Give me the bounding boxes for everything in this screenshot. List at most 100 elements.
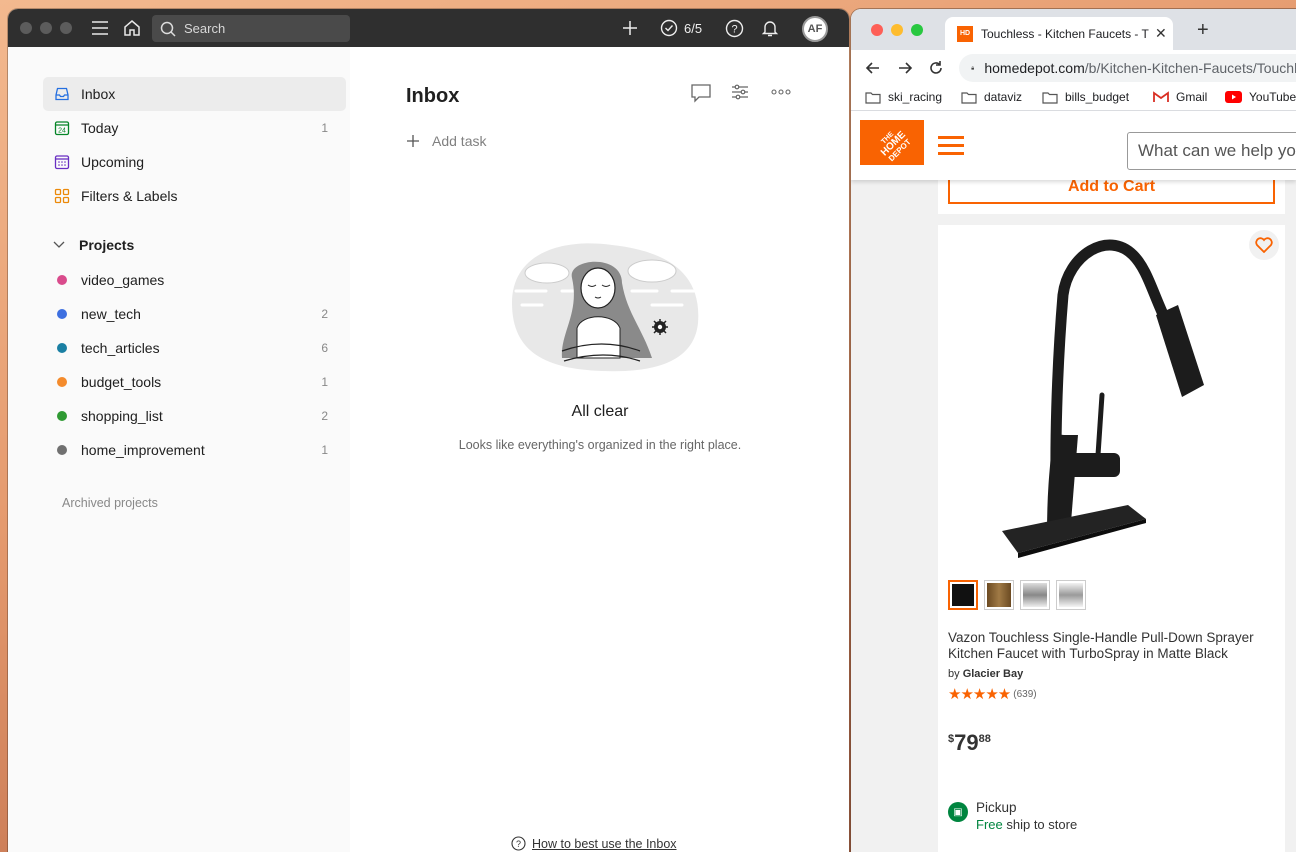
sidebar-item-project[interactable]: video_games	[43, 263, 346, 297]
help-icon[interactable]: ?	[724, 9, 744, 47]
add-task-button[interactable]: Add task	[406, 133, 486, 149]
reload-icon[interactable]	[924, 56, 948, 80]
window-minimize-button[interactable]	[40, 22, 52, 34]
project-color-dot	[53, 305, 71, 323]
inbox-icon	[53, 85, 71, 103]
pickup-store-icon: ▣	[948, 802, 968, 822]
swatch-matte-black[interactable]	[948, 580, 978, 610]
project-label: tech_articles	[81, 340, 160, 356]
window-zoom-button[interactable]	[60, 22, 72, 34]
chrome-minimize-button[interactable]	[891, 24, 903, 36]
search-placeholder: Search	[184, 21, 226, 36]
youtube-icon	[1225, 91, 1242, 103]
sidebar-item-project[interactable]: home_improvement 1	[43, 433, 346, 467]
address-bar[interactable]: homedepot.com/b/Kitchen-Kitchen-Faucets/…	[959, 54, 1296, 82]
help-circle-icon: ?	[511, 836, 526, 851]
swatch-color	[952, 584, 974, 606]
swatch-bronze[interactable]	[984, 580, 1014, 610]
archived-projects-link[interactable]: Archived projects	[62, 496, 158, 510]
bookmark-bills-budget[interactable]: bills_budget	[1042, 90, 1129, 104]
todoist-top-bar: Search 6/5 ? AF	[8, 9, 849, 47]
sidebar-item-label: Today	[81, 120, 119, 136]
product-rating[interactable]: ★★★★★ (639)	[948, 685, 1037, 703]
swatch-chrome[interactable]	[1056, 580, 1086, 610]
avatar[interactable]: AF	[802, 16, 828, 42]
product-title[interactable]: Vazon Touchless Single-Handle Pull-Down …	[948, 630, 1278, 662]
search-input[interactable]: Search	[152, 15, 350, 42]
folder-icon	[865, 91, 881, 104]
projects-header[interactable]: Projects	[53, 237, 134, 253]
brand-name: Glacier Bay	[962, 668, 1024, 680]
forward-icon[interactable]	[893, 56, 917, 80]
task-count: 1	[321, 121, 328, 135]
view-options-icon[interactable]	[731, 83, 749, 101]
price-cents: 88	[978, 733, 991, 745]
inbox-help-link[interactable]: ? How to best use the Inbox	[511, 836, 677, 851]
quick-add-icon[interactable]	[620, 9, 640, 47]
sidebar-item-filters-labels[interactable]: Filters & Labels	[43, 179, 346, 213]
bookmark-ski-racing[interactable]: ski_racing	[865, 90, 942, 104]
svg-text:?: ?	[731, 23, 737, 35]
bookmark-dataviz[interactable]: dataviz	[961, 90, 1022, 104]
task-count: 1	[321, 375, 328, 389]
price-dollars: 79	[954, 730, 979, 755]
product-card[interactable]: Vazon Touchless Single-Handle Pull-Down …	[938, 225, 1285, 852]
productivity-button[interactable]: 6/5	[660, 9, 702, 47]
chrome-close-button[interactable]	[871, 24, 883, 36]
comment-icon[interactable]	[690, 83, 712, 103]
sidebar: Inbox 24 Today 1 Upcoming Filters & Labe…	[8, 47, 350, 852]
bookmark-label: Gmail	[1176, 90, 1208, 104]
swatch-stainless[interactable]	[1020, 580, 1050, 610]
svg-text:24: 24	[58, 128, 66, 135]
projects-title: Projects	[79, 237, 135, 253]
swatch-color	[987, 583, 1011, 607]
pickup-free: Free	[976, 817, 1003, 832]
sidebar-item-today[interactable]: 24 Today 1	[43, 111, 346, 145]
sidebar-item-project[interactable]: tech_articles 6	[43, 331, 346, 365]
project-color-dot	[53, 339, 71, 357]
menu-icon[interactable]	[90, 9, 110, 47]
brand-prefix: by	[948, 668, 960, 680]
sidebar-item-project[interactable]: budget_tools 1	[43, 365, 346, 399]
home-depot-logo[interactable]: THE HOME DEPOT	[860, 120, 924, 165]
url-host: homedepot.com	[984, 60, 1085, 76]
tab-home-depot[interactable]: HD Touchless - Kitchen Faucets - The Hom…	[945, 17, 1173, 50]
bookmark-label: YouTube	[1249, 90, 1296, 104]
back-icon[interactable]	[861, 56, 885, 80]
pickup-detail: ship to store	[1006, 817, 1078, 832]
bell-icon[interactable]	[760, 9, 780, 47]
task-count: 1	[321, 443, 328, 457]
svg-text:?: ?	[516, 839, 521, 849]
chrome-zoom-button[interactable]	[911, 24, 923, 36]
sidebar-item-inbox[interactable]: Inbox	[43, 77, 346, 111]
tab-close-icon[interactable]: ✕	[1155, 25, 1167, 42]
url-path: /b/Kitchen-Kitchen-Faucets/Touchless	[1084, 60, 1296, 76]
pickup-option[interactable]: ▣ Pickup Free ship to store	[948, 800, 1077, 832]
bookmark-gmail[interactable]: Gmail	[1153, 90, 1207, 104]
hamburger-menu-icon[interactable]	[938, 136, 964, 160]
project-label: budget_tools	[81, 374, 162, 390]
gmail-icon	[1153, 91, 1169, 102]
heart-icon[interactable]	[1249, 230, 1279, 260]
bookmark-youtube[interactable]: YouTube	[1225, 90, 1296, 104]
rating-stars: ★★★★★	[948, 686, 1011, 703]
rating-count: (639)	[1013, 688, 1037, 700]
sidebar-item-project[interactable]: new_tech 2	[43, 297, 346, 331]
sidebar-item-project[interactable]: shopping_list 2	[43, 399, 346, 433]
filters-labels-icon	[53, 187, 71, 205]
karma-count: 6/5	[684, 20, 703, 36]
product-image[interactable]	[998, 235, 1228, 570]
bookmark-label: ski_racing	[888, 90, 943, 104]
task-count: 6	[321, 341, 328, 355]
sidebar-item-label: Upcoming	[81, 154, 145, 170]
new-tab-icon[interactable]: +	[1197, 19, 1209, 42]
window-close-button[interactable]	[20, 22, 32, 34]
sidebar-item-label: Filters & Labels	[81, 188, 178, 204]
pickup-title: Pickup	[976, 800, 1017, 815]
sidebar-item-upcoming[interactable]: Upcoming	[43, 145, 346, 179]
more-options-icon[interactable]	[770, 83, 792, 101]
check-circle-icon	[660, 19, 678, 37]
tab-title: Touchless - Kitchen Faucets - The Home D…	[981, 26, 1149, 41]
home-icon[interactable]	[121, 9, 143, 47]
site-search-input[interactable]: What can we help you find today?	[1127, 132, 1296, 170]
